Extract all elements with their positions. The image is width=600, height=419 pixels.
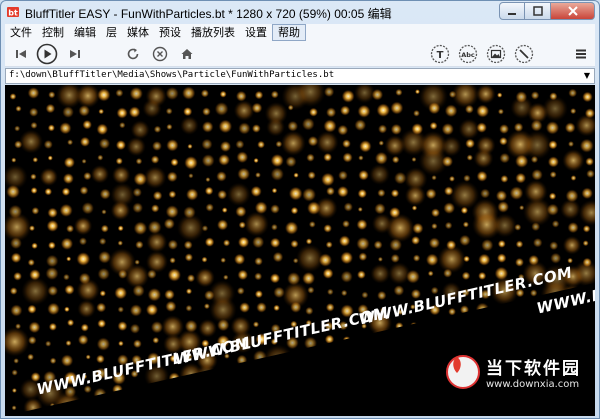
watermark: 当下软件园 www.downxia.com <box>446 354 581 390</box>
toolbar: T Abc <box>5 41 595 67</box>
file-path-value: f:\down\BluffTitler\Media\Shows\Particle… <box>9 70 335 80</box>
menu-help[interactable]: 帮助 <box>272 24 306 41</box>
menu-layer[interactable]: 层 <box>101 24 122 41</box>
minimize-button[interactable] <box>499 2 525 20</box>
dropdown-arrow-icon[interactable]: ▼ <box>581 70 593 82</box>
refresh-button[interactable] <box>123 44 143 64</box>
add-abc-layer-button[interactable]: Abc <box>457 43 479 65</box>
menu-settings[interactable]: 设置 <box>240 24 272 41</box>
refresh-icon <box>127 48 139 60</box>
add-image-layer-button[interactable] <box>485 43 507 65</box>
menu-bar: 文件 控制 编辑 层 媒体 预设 播放列表 设置 帮助 <box>5 24 595 41</box>
minimize-icon <box>508 13 516 15</box>
stop-button[interactable] <box>150 44 170 64</box>
app-window: bt BluffTitler EASY - FunWithParticles.b… <box>0 0 600 419</box>
rewind-icon <box>16 50 26 58</box>
menu-file[interactable]: 文件 <box>5 24 37 41</box>
cancel-icon <box>152 46 168 62</box>
hamburger-menu-button[interactable] <box>571 44 591 64</box>
svg-text:Abc: Abc <box>461 51 475 59</box>
maximize-button[interactable] <box>525 2 551 20</box>
play-button[interactable] <box>35 42 59 66</box>
maximize-icon <box>532 6 543 16</box>
window-title: BluffTitler EASY - FunWithParticles.bt *… <box>25 7 392 21</box>
text-layer-icon: T <box>430 44 450 64</box>
menu-edit[interactable]: 编辑 <box>69 24 101 41</box>
menu-playlist[interactable]: 播放列表 <box>186 24 240 41</box>
svg-text:bt: bt <box>8 9 18 18</box>
file-path-combobox[interactable]: f:\down\BluffTitler\Media\Shows\Particle… <box>5 68 595 84</box>
close-button[interactable] <box>551 2 595 20</box>
menu-presets[interactable]: 预设 <box>154 24 186 41</box>
menu-control[interactable]: 控制 <box>37 24 69 41</box>
close-icon <box>567 6 578 16</box>
hamburger-icon <box>576 49 586 59</box>
menu-media[interactable]: 媒体 <box>122 24 154 41</box>
fast-forward-button[interactable] <box>65 44 85 64</box>
abc-layer-icon: Abc <box>458 44 478 64</box>
rewind-button[interactable] <box>11 44 31 64</box>
play-icon <box>36 43 58 65</box>
title-bar[interactable]: bt BluffTitler EASY - FunWithParticles.b… <box>1 1 599 23</box>
caption-buttons <box>499 2 595 20</box>
add-text-layer-button[interactable]: T <box>429 43 451 65</box>
preview-viewport[interactable]: WWW.BLUFFTITLER.COM WWW.BLUFFTITLER.COM … <box>5 85 595 416</box>
home-button[interactable] <box>177 44 197 64</box>
end-icon <box>70 50 80 58</box>
home-icon <box>181 49 193 59</box>
wand-icon <box>514 44 534 64</box>
watermark-logo-icon <box>446 355 480 389</box>
watermark-name: 当下软件园 <box>486 359 581 379</box>
image-layer-icon <box>486 44 506 64</box>
watermark-url: www.downxia.com <box>486 379 580 390</box>
edit-layer-button[interactable] <box>513 43 535 65</box>
svg-text:T: T <box>437 50 444 61</box>
app-logo-icon: bt <box>7 7 19 18</box>
